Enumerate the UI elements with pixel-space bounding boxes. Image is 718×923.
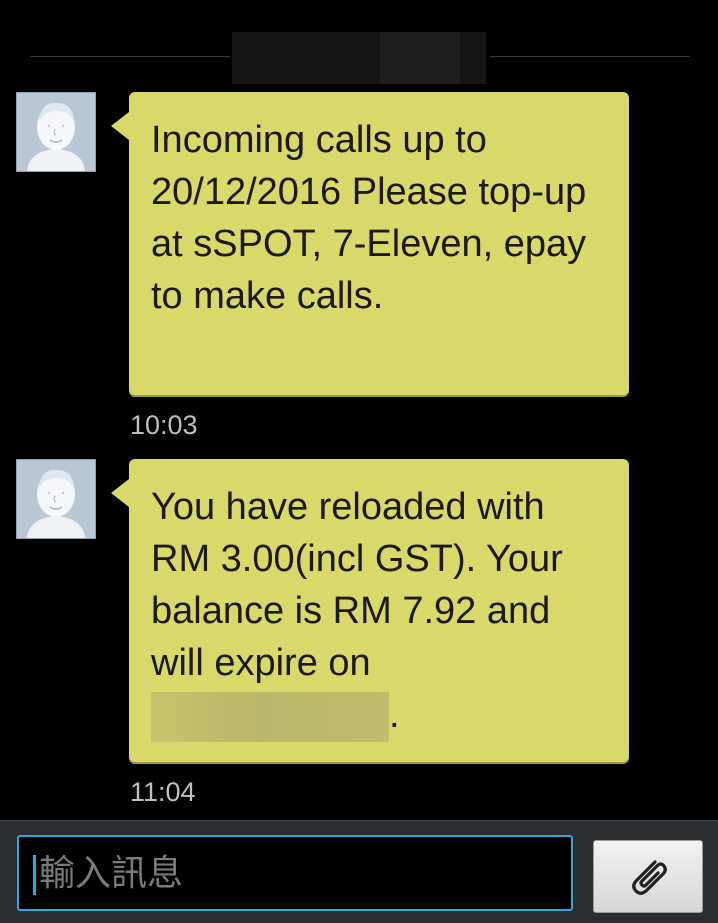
date-divider-left [30,56,230,57]
paperclip-icon [632,859,667,895]
message-text-end: . [389,694,400,736]
bubble-tail [111,479,129,507]
message-text: Incoming calls up to 20/12/2016 Please t… [151,119,587,317]
conversation-screen: Incoming calls up to 20/12/2016 Please t… [0,0,718,923]
contact-avatar-icon[interactable] [16,459,96,539]
text-cursor [33,855,36,895]
redacted-date [232,32,486,84]
message-timestamp: 11:04 [130,777,196,807]
message-input[interactable] [39,837,559,909]
redacted-date [151,691,389,742]
date-header [0,0,718,90]
compose-bar [0,820,718,923]
message-bubble[interactable]: You have reloaded with RM 3.00(incl GST)… [111,459,629,762]
message-text: You have reloaded with RM 3.00(incl GST)… [151,486,563,684]
attach-button[interactable] [593,840,703,913]
message-bubble[interactable]: Incoming calls up to 20/12/2016 Please t… [111,92,629,395]
contact-avatar-icon[interactable] [16,92,96,172]
message-compose-field[interactable] [17,835,573,911]
date-divider-right [490,56,690,57]
bubble-tail [111,112,129,140]
message-timestamp: 10:03 [130,410,198,440]
